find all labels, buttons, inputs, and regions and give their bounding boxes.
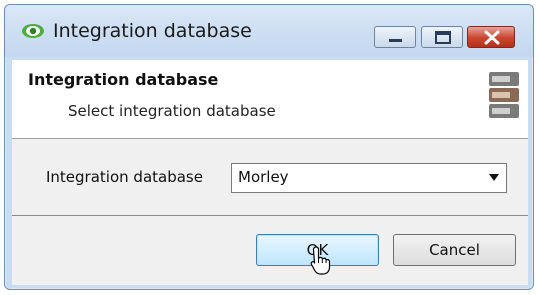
chevron-down-icon [489,174,499,181]
integration-database-label: Integration database [46,168,203,186]
form-area: Integration database Morley [12,139,528,215]
header-subtitle: Select integration database [68,102,276,120]
hand-cursor-icon [310,246,331,275]
integration-database-select[interactable]: Morley [231,163,507,193]
title-bar[interactable]: Integration database [5,5,533,57]
maximize-button[interactable] [421,26,463,48]
eye-icon [22,24,44,38]
select-value: Morley [238,168,289,186]
close-button[interactable] [467,26,515,48]
minimize-button[interactable] [374,26,416,48]
database-server-icon [489,72,519,118]
dialog-header: Integration database Select integration … [12,60,528,139]
header-title: Integration database [28,70,219,89]
window-title: Integration database [53,20,252,42]
minimize-icon [389,39,402,42]
close-icon [484,30,500,45]
dialog-window: Integration database Integration databas… [4,4,534,290]
cancel-button[interactable]: Cancel [393,234,516,266]
maximize-icon [435,31,451,44]
button-bar: OK Cancel [12,215,528,285]
